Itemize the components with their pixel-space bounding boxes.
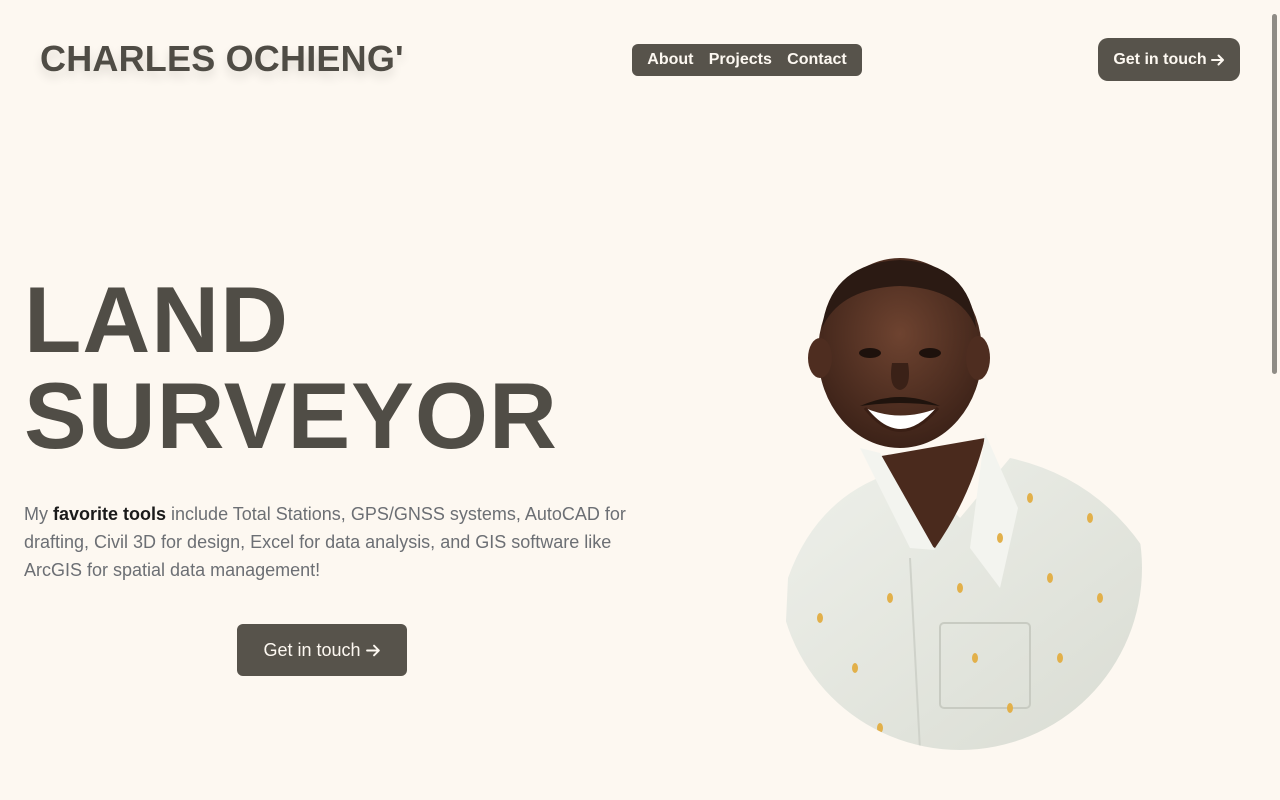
- arrow-right-icon: [365, 644, 380, 656]
- hero-title-line-2: SURVEYOR: [24, 363, 558, 468]
- hero-text-before: My: [24, 504, 53, 524]
- hero-get-in-touch-button[interactable]: Get in touch: [237, 624, 407, 676]
- site-brand[interactable]: CHARLES OCHIENG': [40, 38, 404, 80]
- hero-title-line-1: LAND: [24, 267, 290, 372]
- main-nav: About Projects Contact: [632, 44, 862, 76]
- hero-text-bold: favorite tools: [53, 504, 167, 524]
- hero-cta-label: Get in touch: [263, 639, 361, 660]
- hero-title: LAND SURVEYOR: [24, 272, 558, 464]
- profile-photo: [778, 258, 1142, 750]
- hero-description: My favorite tools include Total Stations…: [24, 500, 630, 584]
- scrollbar-thumb[interactable]: [1272, 14, 1277, 374]
- nav-link-about[interactable]: About: [647, 51, 693, 69]
- header-get-in-touch-button[interactable]: Get in touch: [1098, 38, 1240, 81]
- nav-link-contact[interactable]: Contact: [787, 51, 847, 69]
- arrow-right-icon: [1210, 54, 1224, 65]
- header-cta-label: Get in touch: [1113, 50, 1207, 68]
- page: CHARLES OCHIENG' About Projects Contact …: [0, 0, 1280, 800]
- nav-link-projects[interactable]: Projects: [709, 51, 772, 69]
